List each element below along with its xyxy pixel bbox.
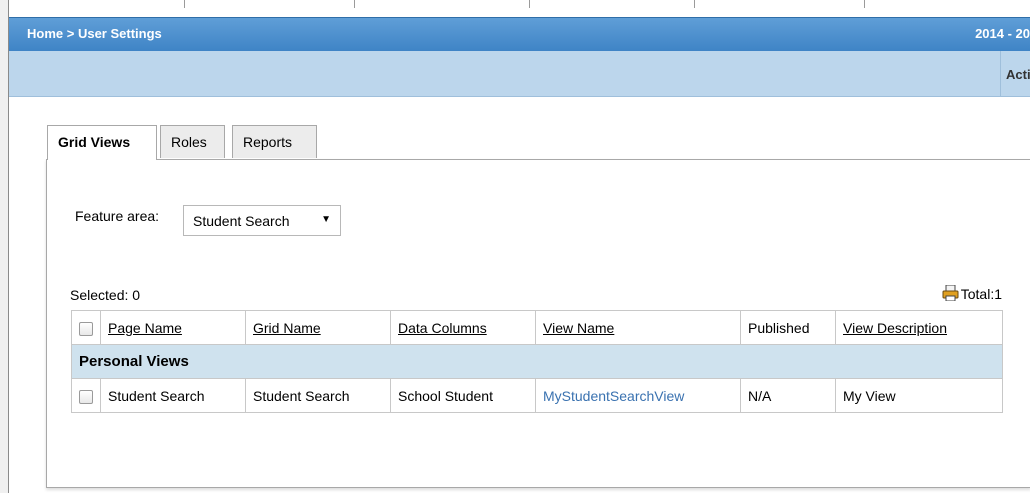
strip-divider [529, 0, 530, 8]
feature-area-select[interactable]: Student Search ▼ [183, 205, 341, 236]
breadcrumb-current: User Settings [77, 26, 162, 41]
actions-menu[interactable]: Acti [1000, 51, 1030, 96]
table-header-row: Page Name Grid Name Data Columns View Na… [71, 310, 1003, 345]
strip-divider [354, 0, 355, 8]
printer-icon[interactable] [942, 284, 959, 304]
strip-divider [864, 0, 865, 8]
cell-grid-name: Student Search [245, 378, 391, 413]
row-select-cell [71, 378, 101, 413]
breadcrumb-separator: > [63, 26, 78, 41]
cell-page-name: Student Search [100, 378, 246, 413]
select-all-checkbox[interactable] [79, 321, 93, 336]
school-year[interactable]: 2014 - 20 [975, 26, 1030, 41]
breadcrumb-home-link[interactable]: Home [27, 26, 63, 41]
col-view-name[interactable]: View Name [535, 310, 741, 345]
views-table: Page Name Grid Name Data Columns View Na… [71, 310, 1003, 413]
col-data-columns[interactable]: Data Columns [390, 310, 536, 345]
top-strip [9, 0, 1030, 18]
breadcrumb: Home > User Settings [27, 26, 162, 41]
select-all-cell [71, 310, 101, 345]
col-view-description[interactable]: View Description [835, 310, 1003, 345]
header-bar: Home > User Settings 2014 - 20 [9, 17, 1030, 51]
strip-divider [694, 0, 695, 8]
tab-roles[interactable]: Roles [160, 125, 225, 158]
dropdown-arrow-icon: ▼ [321, 214, 331, 225]
total-count: Total:1 [960, 286, 1002, 302]
sub-toolbar: Acti [9, 51, 1030, 97]
group-label: Personal Views [71, 344, 1003, 379]
col-page-name[interactable]: Page Name [100, 310, 246, 345]
view-name-link[interactable]: MyStudentSearchView [543, 388, 684, 404]
row-checkbox[interactable] [79, 389, 93, 404]
group-row: Personal Views [71, 344, 1003, 379]
total-count-area: Total:1 [942, 284, 1002, 304]
tab-grid-views[interactable]: Grid Views [47, 125, 157, 160]
col-grid-name[interactable]: Grid Name [245, 310, 391, 345]
window-frame-left [0, 0, 9, 493]
feature-area-label: Feature area: [75, 208, 160, 224]
strip-divider [184, 0, 185, 8]
cell-data-columns: School Student [390, 378, 536, 413]
cell-view-description: My View [835, 378, 1003, 413]
cell-view-name: MyStudentSearchView [535, 378, 741, 413]
feature-area-value: Student Search [193, 213, 290, 229]
cell-published: N/A [740, 378, 836, 413]
tab-reports[interactable]: Reports [232, 125, 317, 158]
table-row: Student Search Student Search School Stu… [71, 378, 1003, 413]
col-published: Published [740, 310, 836, 345]
selected-count: Selected: 0 [70, 287, 141, 303]
